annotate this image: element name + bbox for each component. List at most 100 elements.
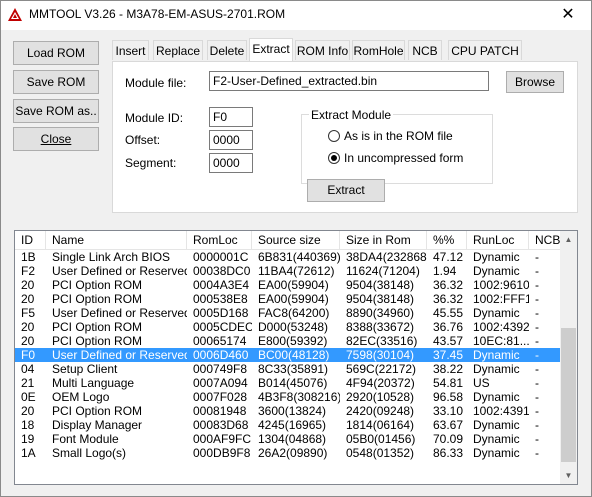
- cell-size-in-rom: 8890(34960): [346, 306, 415, 320]
- close-button[interactable]: Close: [13, 127, 99, 151]
- column-romloc[interactable]: RomLoc: [187, 231, 252, 249]
- cell-source-size: EA00(59904): [258, 278, 329, 292]
- cell-ncb: -: [535, 320, 539, 334]
- browse-button[interactable]: Browse: [506, 71, 564, 93]
- table-row[interactable]: 04 Setup Client 000749F8 8C33(35891) 569C(22…: [15, 362, 560, 376]
- tab-delete[interactable]: Delete: [207, 40, 247, 60]
- uncompressed-radio[interactable]: [328, 152, 340, 164]
- column-id[interactable]: ID: [15, 231, 46, 249]
- table-row[interactable]: 20 PCI Option ROM 0004A3E4 EA00(59904) 9504(…: [15, 278, 560, 292]
- cell-source-size: EA00(59904): [258, 292, 329, 306]
- table-row[interactable]: 19 Font Module 000AF9FC 1304(04868) 05B0(014…: [15, 432, 560, 446]
- cell-size-in-rom: 4F94(20372): [346, 376, 415, 390]
- table-row[interactable]: 20 PCI Option ROM 00065174 E800(59392) 82EC(…: [15, 334, 560, 348]
- cell-name: Font Module: [52, 432, 119, 446]
- as-is-radio[interactable]: [328, 130, 340, 142]
- cell-romloc: 0007F028: [193, 390, 248, 404]
- cell-romloc: 00065174: [193, 334, 247, 348]
- segment-field[interactable]: 0000: [209, 153, 253, 173]
- column-source-size[interactable]: Source size: [252, 231, 340, 249]
- scroll-up-icon[interactable]: ▲: [560, 231, 577, 248]
- cell-id: F2: [21, 264, 36, 278]
- table-row[interactable]: 1B Single Link Arch BIOS 0000001C 6B831(440…: [15, 250, 560, 264]
- as-is-label[interactable]: As is in the ROM file: [344, 129, 453, 143]
- cell-source-size: E800(59392): [258, 334, 328, 348]
- tab-romhole[interactable]: RomHole: [352, 40, 405, 60]
- module-id-field[interactable]: F0: [209, 107, 253, 127]
- cell-size-in-rom: 569C(22172): [346, 362, 417, 376]
- module-file-label: Module file:: [125, 76, 187, 90]
- scroll-thumb[interactable]: [561, 328, 576, 462]
- table-row[interactable]: 21 Multi Language 0007A094 B014(45076) 4F94(…: [15, 376, 560, 390]
- cell-runloc: Dynamic: [473, 250, 520, 264]
- cell-ncb: -: [535, 348, 539, 362]
- tab-rom-info[interactable]: ROM Info: [295, 40, 350, 60]
- cell-size-in-rom: 1814(06164): [346, 418, 415, 432]
- cell-percent: 38.22: [433, 362, 464, 376]
- module-table[interactable]: ID Name RomLoc Source size Size in Rom %…: [14, 230, 578, 485]
- cell-id: 20: [21, 334, 35, 348]
- cell-percent: 36.32: [433, 278, 464, 292]
- table-row[interactable]: 18 Display Manager 00083D68 4245(16965) 1814…: [15, 418, 560, 432]
- tab-insert[interactable]: Insert: [112, 40, 149, 60]
- tab-extract[interactable]: Extract: [249, 38, 293, 62]
- vertical-scrollbar[interactable]: ▲ ▼: [560, 231, 577, 484]
- cell-romloc: 0005D168: [193, 306, 249, 320]
- tab-ncb[interactable]: NCB: [408, 40, 442, 60]
- cell-romloc: 000AF9FC: [193, 432, 252, 446]
- cell-source-size: 6B831(440369): [258, 250, 340, 264]
- cell-source-size: D000(53248): [258, 320, 329, 334]
- cell-ncb: -: [535, 292, 539, 306]
- cell-ncb: -: [535, 432, 539, 446]
- save-rom-as-button[interactable]: Save ROM as..: [13, 99, 99, 123]
- table-row[interactable]: 20 PCI Option ROM 000538E8 EA00(59904) 9504(…: [15, 292, 560, 306]
- column-runloc[interactable]: RunLoc: [467, 231, 529, 249]
- column-size-in-rom[interactable]: Size in Rom: [340, 231, 427, 249]
- table-row[interactable]: F2 User Defined or Reserved 00038DC0 11BA4(…: [15, 264, 560, 278]
- cell-percent: 36.76: [433, 320, 464, 334]
- cell-name: PCI Option ROM: [52, 334, 143, 348]
- column-name[interactable]: Name: [46, 231, 187, 249]
- module-file-field[interactable]: F2-User-Defined_extracted.bin: [209, 71, 489, 91]
- extract-button[interactable]: Extract: [307, 179, 385, 202]
- cell-size-in-rom: 7598(30104): [346, 348, 415, 362]
- tab-cpu-patch[interactable]: CPU PATCH: [448, 40, 522, 60]
- table-row[interactable]: 1A Small Logo(s) 000DB9F8 26A2(09890) 0548(0…: [15, 446, 560, 460]
- cell-ncb: -: [535, 446, 539, 460]
- cell-runloc: Dynamic: [473, 418, 520, 432]
- save-rom-button[interactable]: Save ROM: [13, 70, 99, 94]
- window-title: MMTOOL V3.26 - M3A78-EM-ASUS-2701.ROM: [29, 7, 286, 21]
- scroll-down-icon[interactable]: ▼: [560, 467, 577, 484]
- cell-source-size: FAC8(64200): [258, 306, 330, 320]
- cell-size-in-rom: 9504(38148): [346, 278, 415, 292]
- cell-percent: 1.94: [433, 264, 457, 278]
- uncompressed-label[interactable]: In uncompressed form: [344, 151, 463, 165]
- cell-romloc: 000DB9F8: [193, 446, 251, 460]
- table-row[interactable]: F5 User Defined or Reserved 0005D168 FAC8(6…: [15, 306, 560, 320]
- tab-replace[interactable]: Replace: [153, 40, 203, 60]
- app-window: MMTOOL V3.26 - M3A78-EM-ASUS-2701.ROM ✕ …: [0, 0, 592, 497]
- column-percent[interactable]: %%: [427, 231, 467, 249]
- cell-name: PCI Option ROM: [52, 404, 143, 418]
- offset-field[interactable]: 0000: [209, 130, 253, 150]
- app-logo-icon: [8, 8, 22, 21]
- cell-ncb: -: [535, 362, 539, 376]
- table-row-selected[interactable]: F0 User Defined or Reserved 0006D460 BC00(4…: [15, 348, 560, 362]
- cell-ncb: -: [535, 250, 539, 264]
- table-row[interactable]: 0E OEM Logo 0007F028 4B3F8(308216) 2920(1052…: [15, 390, 560, 404]
- cell-size-in-rom: 2420(09248): [346, 404, 415, 418]
- load-rom-button[interactable]: Load ROM: [13, 41, 99, 65]
- close-window-icon[interactable]: ✕: [545, 1, 591, 30]
- cell-percent: 54.81: [433, 376, 464, 390]
- cell-name: Single Link Arch BIOS: [52, 250, 171, 264]
- column-ncb[interactable]: NCB: [529, 231, 560, 249]
- cell-source-size: 4245(16965): [258, 418, 327, 432]
- cell-size-in-rom: 05B0(01456): [346, 432, 416, 446]
- module-id-label: Module ID:: [125, 111, 184, 125]
- table-row[interactable]: 20 PCI Option ROM 0005CDEC D000(53248) 8388(…: [15, 320, 560, 334]
- table-row[interactable]: 20 PCI Option ROM 00081948 3600(13824) 2420(…: [15, 404, 560, 418]
- cell-name: User Defined or Reserved: [52, 348, 187, 362]
- cell-id: 1A: [21, 446, 36, 460]
- cell-name: User Defined or Reserved: [52, 306, 187, 320]
- cell-id: 20: [21, 292, 35, 306]
